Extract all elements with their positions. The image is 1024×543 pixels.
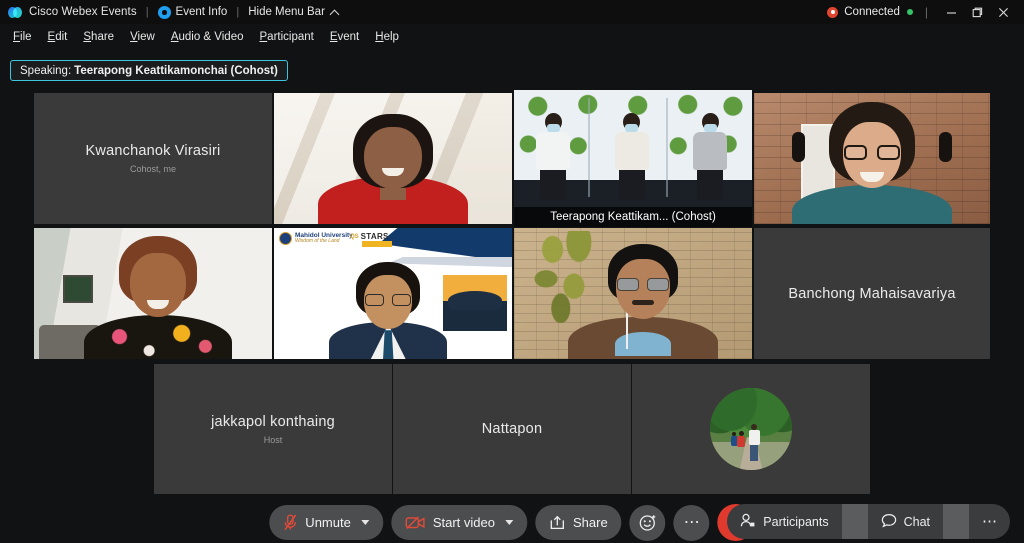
video-tile-nattapon[interactable]: Nattapon — [393, 364, 631, 494]
chevron-up-icon — [329, 9, 339, 19]
video-feed-red-top — [274, 93, 512, 224]
video-tile-white-room[interactable] — [34, 228, 272, 359]
emoji-reaction-icon — [638, 513, 657, 532]
start-video-button[interactable]: Start video — [391, 505, 527, 540]
close-button[interactable] — [990, 2, 1016, 22]
menu-item-help[interactable]: Help — [367, 29, 407, 45]
participants-button[interactable]: Participants — [727, 504, 841, 539]
panel-separator-2 — [943, 504, 969, 539]
title-separator-3: | — [925, 5, 928, 19]
connection-status-label: Connected — [844, 6, 900, 18]
maximize-button[interactable] — [964, 2, 990, 22]
participants-icon — [740, 513, 756, 531]
event-info-label: Event Info — [176, 6, 228, 18]
more-horizontal-icon: ⋯ — [684, 515, 700, 531]
panel-separator-1 — [842, 504, 868, 539]
video-feed-mahidol: Mahidol UniversityWisdom of the Land QSS… — [274, 228, 512, 359]
connection-green-dot-icon — [907, 9, 913, 15]
panel-buttons-group: Participants Chat ⋯ — [727, 504, 1010, 539]
avatar-container — [632, 364, 870, 494]
avatar — [710, 388, 792, 470]
menu-av-rest: udio & Video — [178, 31, 243, 43]
menu-item-participant[interactable]: Participant — [252, 29, 322, 45]
title-bar: Cisco Webex Events | Event Info | Hide M… — [0, 0, 1024, 24]
app-title: Cisco Webex Events — [29, 6, 137, 18]
connection-status-icon — [827, 7, 838, 18]
video-tile-avatar-user[interactable] — [632, 364, 870, 494]
participants-label: Participants — [763, 515, 828, 529]
tile-name-chip-teerapong: Teerapong Keattikam... (Cohost) — [514, 207, 752, 227]
start-video-dropdown-caret-icon[interactable] — [505, 520, 513, 525]
video-tile-kwanchanok[interactable]: Kwanchanok Virasiri Cohost, me — [34, 93, 272, 224]
menu-item-view[interactable]: View — [122, 29, 163, 45]
meeting-controls-toolbar: Unmute Start video — [0, 500, 1024, 543]
start-video-label: Start video — [433, 515, 495, 530]
title-bar-left: Cisco Webex Events | Event Info | Hide M… — [6, 5, 338, 20]
tile-role-kwanchanok: Cohost, me — [130, 164, 176, 174]
menu-share-rest: hare — [91, 31, 114, 43]
avatar-photo-park — [710, 388, 792, 470]
unmute-dropdown-caret-icon[interactable] — [361, 520, 369, 525]
video-tile-teerapong-active-speaker[interactable]: Teerapong Keattikam... (Cohost) — [514, 90, 752, 227]
tile-name-banchong: Banchong Mahaisavariya — [788, 286, 955, 302]
unmute-label: Unmute — [305, 515, 351, 530]
camera-off-icon — [405, 515, 425, 530]
menu-edit-rest: dit — [55, 31, 67, 43]
panel-more-button[interactable]: ⋯ — [969, 504, 1010, 539]
video-tile-mahidol[interactable]: Mahidol UniversityWisdom of the Land QSS… — [274, 228, 512, 359]
share-label: Share — [573, 515, 608, 530]
chat-button[interactable]: Chat — [868, 504, 943, 539]
tile-name-kwanchanok: Kwanchanok Virasiri — [86, 143, 221, 159]
webex-app-window: Cisco Webex Events | Event Info | Hide M… — [0, 0, 1024, 543]
menu-participant-rest: articipant — [267, 31, 314, 43]
menu-event-rest: vent — [338, 31, 360, 43]
menu-item-event[interactable]: Event — [322, 29, 367, 45]
toolbar-right-group: Participants Chat ⋯ — [727, 504, 1010, 539]
speaking-name: Teerapong Keattikamonchai (Cohost) — [74, 65, 278, 77]
event-info-icon — [158, 6, 171, 19]
speaking-prefix: Speaking: — [20, 65, 71, 77]
more-horizontal-panel-icon: ⋯ — [982, 514, 997, 529]
video-feed-white-room — [34, 228, 272, 359]
video-feed-brick-wall — [754, 93, 990, 224]
video-feed-stone-wall — [514, 228, 752, 359]
menu-bar: File Edit Share View Audio & Video Parti… — [0, 26, 1024, 47]
webex-logo-icon — [8, 5, 23, 20]
share-screen-icon — [549, 515, 565, 531]
hide-menu-bar-label: Hide Menu Bar — [248, 6, 325, 18]
title-separator-2: | — [236, 6, 239, 18]
menu-item-share[interactable]: Share — [75, 29, 122, 45]
unmute-button[interactable]: Unmute — [269, 505, 383, 540]
more-options-button[interactable]: ⋯ — [674, 505, 710, 541]
menu-view-rest: iew — [138, 31, 155, 43]
minimize-button[interactable] — [938, 2, 964, 22]
menu-file-rest: ile — [20, 31, 32, 43]
video-tile-red-top[interactable] — [274, 93, 512, 224]
video-tile-jakkapol[interactable]: jakkapol konthaing Host — [154, 364, 392, 494]
toolbar-center-group: Unmute Start video — [269, 504, 754, 541]
video-grid: Kwanchanok Virasiri Cohost, me Teerapong… — [0, 88, 1024, 500]
event-info-button[interactable]: Event Info — [158, 6, 228, 19]
video-tile-stone-wall[interactable] — [514, 228, 752, 359]
title-separator-1: | — [146, 6, 149, 18]
menu-item-edit[interactable]: Edit — [40, 29, 76, 45]
speaking-banner: Speaking: Teerapong Keattikamonchai (Coh… — [10, 60, 288, 81]
title-bar-right: Connected | — [827, 2, 1018, 22]
reactions-button[interactable] — [630, 505, 666, 541]
menu-help-rest: elp — [384, 31, 399, 43]
share-button[interactable]: Share — [535, 505, 622, 540]
chat-bubble-icon — [881, 513, 897, 531]
menu-item-audio-video[interactable]: Audio & Video — [163, 29, 252, 45]
chat-label: Chat — [904, 515, 930, 529]
tile-name-jakkapol: jakkapol konthaing — [211, 414, 335, 430]
menu-item-file[interactable]: File — [5, 29, 40, 45]
video-tile-brick-wall[interactable] — [754, 93, 990, 224]
tile-name-nattapon: Nattapon — [482, 421, 542, 437]
hide-menu-bar-button[interactable]: Hide Menu Bar — [248, 6, 338, 18]
tile-role-jakkapol: Host — [264, 435, 283, 445]
microphone-muted-icon — [283, 514, 297, 531]
video-tile-banchong[interactable]: Banchong Mahaisavariya — [754, 228, 990, 359]
